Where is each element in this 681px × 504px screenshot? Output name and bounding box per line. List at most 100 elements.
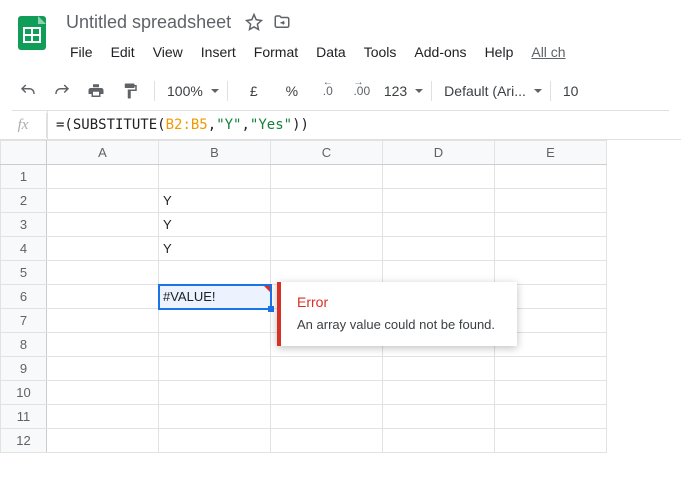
row-header[interactable]: 2 <box>1 189 47 213</box>
decrease-decimal-button[interactable]: .0← <box>312 78 344 104</box>
row-header[interactable]: 1 <box>1 165 47 189</box>
cell-A1[interactable] <box>47 165 159 189</box>
menu-file[interactable]: File <box>62 40 101 64</box>
cell-E9[interactable] <box>495 357 607 381</box>
increase-decimal-button[interactable]: .00→ <box>346 78 378 104</box>
number-format-dropdown[interactable]: 123 <box>380 83 423 99</box>
cell-A12[interactable] <box>47 429 159 453</box>
cell-B8[interactable] <box>159 333 271 357</box>
col-header-D[interactable]: D <box>383 141 495 165</box>
cell-E3[interactable] <box>495 213 607 237</box>
row-header[interactable]: 6 <box>1 285 47 309</box>
menu-last-edit[interactable]: All ch <box>523 40 573 64</box>
undo-button[interactable] <box>12 78 44 104</box>
cell-B12[interactable] <box>159 429 271 453</box>
cell-C12[interactable] <box>271 429 383 453</box>
cell-E1[interactable] <box>495 165 607 189</box>
redo-button[interactable] <box>46 78 78 104</box>
cell-E2[interactable] <box>495 189 607 213</box>
row-header[interactable]: 5 <box>1 261 47 285</box>
cell-B7[interactable] <box>159 309 271 333</box>
row-header[interactable]: 9 <box>1 357 47 381</box>
formula-input[interactable]: =(SUBSTITUTE(B2:B5,"Y","Yes")) <box>48 113 681 137</box>
font-name: Default (Ari... <box>440 83 530 99</box>
cell-B11[interactable] <box>159 405 271 429</box>
cell-A9[interactable] <box>47 357 159 381</box>
cell-B6[interactable]: #VALUE! <box>159 285 271 309</box>
cell-A6[interactable] <box>47 285 159 309</box>
cell-D3[interactable] <box>383 213 495 237</box>
cell-C10[interactable] <box>271 381 383 405</box>
cell-A3[interactable] <box>47 213 159 237</box>
cell-B2[interactable]: Y <box>159 189 271 213</box>
row-header[interactable]: 7 <box>1 309 47 333</box>
cell-C11[interactable] <box>271 405 383 429</box>
cell-B4[interactable]: Y <box>159 237 271 261</box>
cell-D1[interactable] <box>383 165 495 189</box>
cell-B10[interactable] <box>159 381 271 405</box>
col-header-B[interactable]: B <box>159 141 271 165</box>
col-header-E[interactable]: E <box>495 141 607 165</box>
star-icon[interactable] <box>245 13 263 31</box>
cell-E4[interactable] <box>495 237 607 261</box>
cell-C1[interactable] <box>271 165 383 189</box>
currency-button[interactable]: £ <box>236 78 272 104</box>
cell-D12[interactable] <box>383 429 495 453</box>
select-all-corner[interactable] <box>1 141 47 165</box>
toolbar: 100% £ % .0← .00→ 123 Default (Ari... 10 <box>12 72 669 111</box>
zoom-dropdown[interactable]: 100% <box>163 83 219 99</box>
cell-B1[interactable] <box>159 165 271 189</box>
row-header[interactable]: 12 <box>1 429 47 453</box>
cell-D5[interactable] <box>383 261 495 285</box>
row-header[interactable]: 10 <box>1 381 47 405</box>
doc-title[interactable]: Untitled spreadsheet <box>62 10 235 35</box>
cell-C4[interactable] <box>271 237 383 261</box>
cell-B5[interactable] <box>159 261 271 285</box>
paint-format-button[interactable] <box>114 78 146 104</box>
cell-D2[interactable] <box>383 189 495 213</box>
font-dropdown[interactable]: Default (Ari... <box>440 83 542 99</box>
menu-edit[interactable]: Edit <box>103 40 143 64</box>
menu-data[interactable]: Data <box>308 40 354 64</box>
cell-C2[interactable] <box>271 189 383 213</box>
menu-tools[interactable]: Tools <box>356 40 405 64</box>
cell-E10[interactable] <box>495 381 607 405</box>
cell-E11[interactable] <box>495 405 607 429</box>
cell-A11[interactable] <box>47 405 159 429</box>
menu-insert[interactable]: Insert <box>193 40 244 64</box>
cell-D4[interactable] <box>383 237 495 261</box>
row-header[interactable]: 8 <box>1 333 47 357</box>
menu-view[interactable]: View <box>145 40 191 64</box>
cell-A7[interactable] <box>47 309 159 333</box>
menu-help[interactable]: Help <box>477 40 522 64</box>
cell-A8[interactable] <box>47 333 159 357</box>
row-header[interactable]: 11 <box>1 405 47 429</box>
menu-format[interactable]: Format <box>246 40 306 64</box>
col-header-C[interactable]: C <box>271 141 383 165</box>
spreadsheet-grid[interactable]: A B C D E 1 2 Y 3 Y 4 Y 5 6 #VALUE! 7 8 9 10… <box>0 140 681 504</box>
cell-B3[interactable]: Y <box>159 213 271 237</box>
row-header[interactable]: 3 <box>1 213 47 237</box>
cell-D10[interactable] <box>383 381 495 405</box>
cell-D11[interactable] <box>383 405 495 429</box>
fill-handle[interactable] <box>268 306 274 312</box>
cell-A10[interactable] <box>47 381 159 405</box>
cell-A5[interactable] <box>47 261 159 285</box>
cell-A4[interactable] <box>47 237 159 261</box>
row-header[interactable]: 4 <box>1 237 47 261</box>
menu-addons[interactable]: Add-ons <box>406 40 474 64</box>
font-size-dropdown[interactable]: 10 <box>559 83 583 99</box>
cell-C3[interactable] <box>271 213 383 237</box>
move-to-folder-icon[interactable] <box>273 13 291 31</box>
sheets-logo-icon <box>12 12 52 52</box>
cell-A2[interactable] <box>47 189 159 213</box>
col-header-A[interactable]: A <box>47 141 159 165</box>
cell-E5[interactable] <box>495 261 607 285</box>
print-button[interactable] <box>80 78 112 104</box>
cell-B9[interactable] <box>159 357 271 381</box>
cell-D9[interactable] <box>383 357 495 381</box>
percent-button[interactable]: % <box>274 78 310 104</box>
cell-E12[interactable] <box>495 429 607 453</box>
cell-C9[interactable] <box>271 357 383 381</box>
cell-C5[interactable] <box>271 261 383 285</box>
